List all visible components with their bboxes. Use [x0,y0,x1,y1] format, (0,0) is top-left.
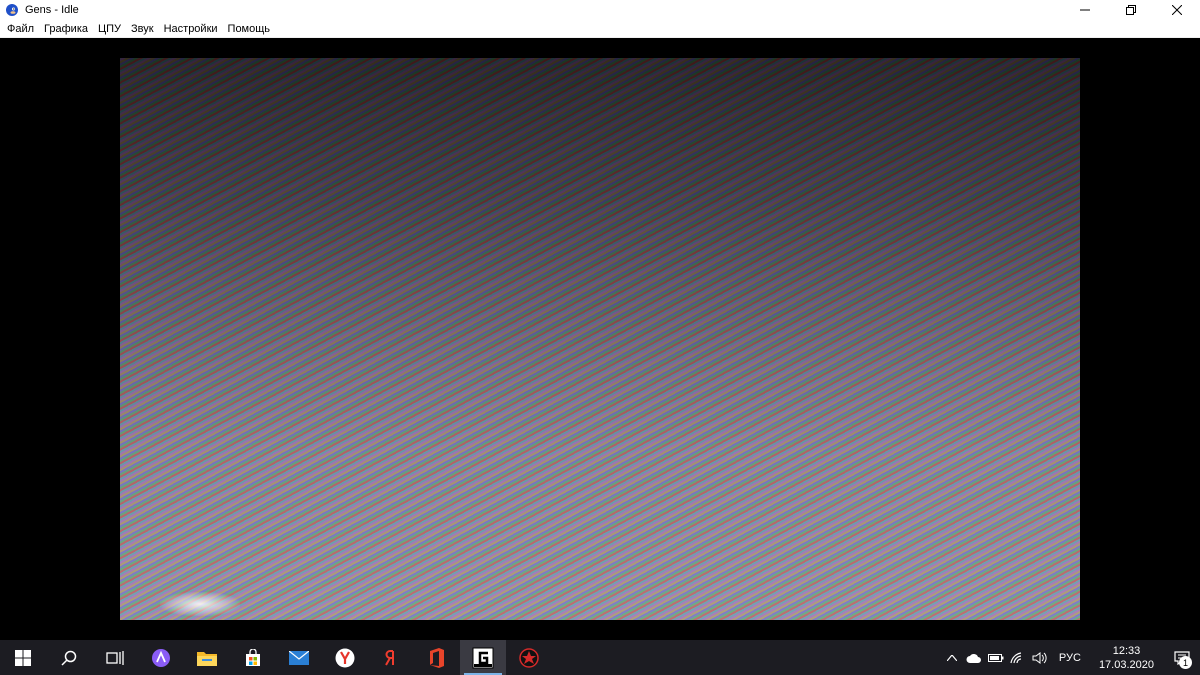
yandex-browser-icon[interactable] [322,640,368,675]
battery-icon[interactable] [985,640,1007,675]
system-tray: РУС 12:33 17.03.2020 1 [941,640,1200,675]
microsoft-store-icon[interactable] [230,640,276,675]
cloud-icon[interactable] [963,640,985,675]
mail-icon[interactable] [276,640,322,675]
windows-taskbar: РУС 12:33 17.03.2020 1 [0,640,1200,675]
volume-icon[interactable] [1029,640,1051,675]
clock-date: 17.03.2020 [1098,658,1154,671]
title-bar[interactable]: Gens - Idle [0,0,1200,20]
yandex-icon[interactable] [368,640,414,675]
notification-count-badge: 1 [1179,656,1192,669]
alice-assistant-icon[interactable] [138,640,184,675]
sonic-icon[interactable] [5,3,19,17]
gens-window: Gens - Idle Файл Графика ЦПУ Звук Настро… [0,0,1200,640]
file-explorer-icon[interactable] [184,640,230,675]
game-screen[interactable] [120,58,1080,620]
menu-bar: Файл Графика ЦПУ Звук Настройки Помощь [0,20,1200,38]
menu-settings[interactable]: Настройки [159,20,223,38]
clock-time: 12:33 [1112,644,1141,657]
menu-help[interactable]: Помощь [223,20,276,38]
menu-sound[interactable]: Звук [126,20,159,38]
wifi-icon[interactable] [1007,640,1029,675]
office-icon[interactable] [414,640,460,675]
emulator-client-area [0,38,1200,640]
notification-center-icon[interactable]: 1 [1164,640,1200,675]
gens-icon[interactable] [460,640,506,675]
menu-file[interactable]: Файл [2,20,39,38]
menu-cpu[interactable]: ЦПУ [93,20,126,38]
search-icon[interactable] [46,640,92,675]
clock[interactable]: 12:33 17.03.2020 [1089,644,1164,672]
chevron-up-icon[interactable] [941,640,963,675]
minimize-button[interactable] [1062,0,1108,20]
window-title: Gens - Idle [25,4,79,16]
windows-start-icon[interactable] [0,640,46,675]
language-indicator[interactable]: РУС [1051,652,1089,664]
screen-glow [160,592,240,616]
red-app-icon[interactable] [506,640,552,675]
menu-graphics[interactable]: Графика [39,20,93,38]
close-button[interactable] [1154,0,1200,20]
task-view-icon[interactable] [92,640,138,675]
restore-button[interactable] [1108,0,1154,20]
